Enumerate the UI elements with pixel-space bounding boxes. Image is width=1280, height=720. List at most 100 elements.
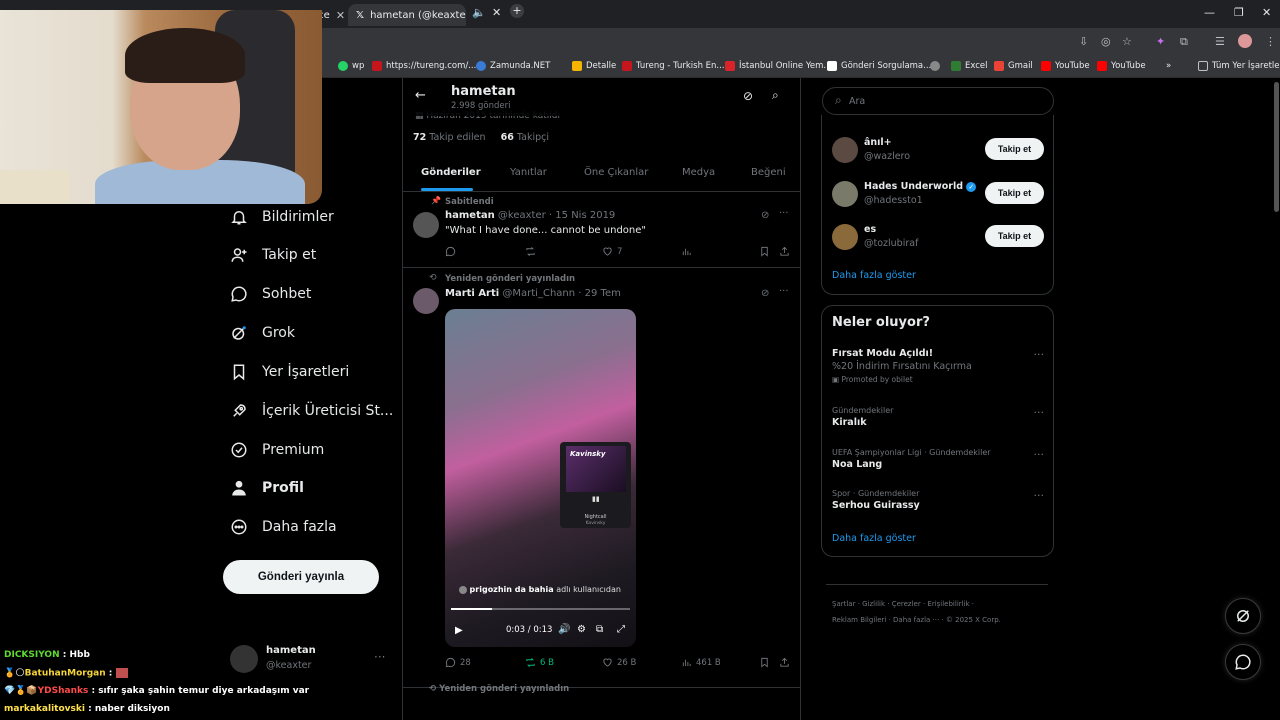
browser-tab-active[interactable]: 𝕏 hametan (@keaxter) / X [348, 4, 466, 26]
more-icon[interactable]: ··· [1034, 448, 1045, 461]
bookmark[interactable]: wp [338, 61, 364, 71]
close-icon[interactable]: ✕ [492, 6, 501, 19]
play-icon[interactable]: ▶ [455, 625, 463, 636]
tab-likes[interactable]: Beğeni [751, 167, 786, 178]
trend-item[interactable]: Gündemdekiler Kiralık ··· [832, 406, 1044, 428]
show-more-link[interactable]: Daha fazla göster [832, 270, 916, 281]
avatar[interactable] [832, 137, 858, 163]
close-icon[interactable]: ✕ [336, 9, 345, 22]
reading-list-icon[interactable]: ☰ [1215, 35, 1225, 48]
nav-premium[interactable]: Premium [230, 436, 324, 464]
account-switcher[interactable]: hametan @keaxter ··· [230, 642, 390, 676]
tab-media[interactable]: Medya [682, 167, 715, 178]
video-progress[interactable] [451, 608, 630, 610]
extension-icon[interactable]: ✦ [1156, 35, 1165, 48]
star-icon[interactable]: ☆ [1122, 35, 1132, 48]
bookmark[interactable]: Tureng - Turkish En... [622, 61, 725, 71]
avatar[interactable] [832, 181, 858, 207]
bookmark[interactable] [930, 61, 940, 71]
bookmarks-overflow[interactable]: » [1166, 61, 1171, 71]
grok-icon[interactable]: ⊘ [761, 288, 769, 299]
messages-fab[interactable] [1225, 644, 1261, 680]
more-icon[interactable]: ··· [779, 208, 789, 219]
bookmark[interactable]: Excel [951, 61, 988, 71]
more-icon[interactable]: ··· [1034, 406, 1045, 419]
back-arrow-icon[interactable]: ← [415, 88, 426, 103]
more-icon[interactable]: ··· [374, 650, 385, 664]
all-bookmarks[interactable]: Tüm Yer İşaretleri [1198, 61, 1280, 71]
more-icon[interactable]: ··· [1034, 489, 1045, 502]
follow-suggestion[interactable]: es @tozlubiraf Takip et [832, 222, 1044, 254]
puzzle-icon[interactable]: ⧉ [1180, 35, 1188, 49]
avatar[interactable] [413, 288, 439, 314]
fullscreen-icon[interactable]: ⤢ [617, 624, 625, 635]
like-button[interactable]: 7 [602, 246, 622, 257]
tab-replies[interactable]: Yanıtlar [510, 167, 547, 178]
settings-icon[interactable]: ⚙ [577, 624, 586, 635]
more-icon[interactable]: ··· [779, 286, 789, 297]
follow-button[interactable]: Takip et [985, 225, 1044, 247]
nav-more[interactable]: Daha fazla [230, 513, 337, 541]
maximize-icon[interactable]: ❐ [1234, 6, 1244, 19]
nav-creator-studio[interactable]: İçerik Üreticisi St... [230, 397, 393, 425]
grok-icon[interactable]: ⊘ [761, 210, 769, 221]
follow-button[interactable]: Takip et [985, 182, 1044, 204]
bookmark[interactable]: İstanbul Online Yem... [725, 61, 832, 71]
reply-button[interactable]: 28 [445, 657, 471, 668]
tab-highlights[interactable]: Öne Çıkanlar [584, 167, 648, 178]
bookmark[interactable]: https://tureng.com/... [372, 61, 476, 71]
more-icon[interactable]: ··· [1034, 348, 1045, 361]
mute-icon[interactable]: 🔈 [472, 6, 486, 19]
follow-suggestion[interactable]: Hades Underworld ✓ @hadessto1 Takip et [832, 179, 1044, 211]
window-close-icon[interactable]: ✕ [1262, 6, 1271, 19]
repost-button[interactable]: 6 B [525, 657, 554, 668]
video-player[interactable]: Kavinsky ▮▮ Nightcall Kavinsky prigozhin… [445, 309, 636, 647]
nav-notifications[interactable]: Bildirimler [230, 203, 334, 231]
avatar[interactable] [413, 212, 439, 238]
like-button[interactable]: 26 B [602, 657, 636, 668]
search-icon[interactable]: ⌕ [772, 88, 779, 103]
bookmark[interactable]: YouTube [1041, 61, 1090, 71]
bookmark-button[interactable] [759, 246, 770, 257]
trend-item[interactable]: UEFA Şampiyonlar Ligi · Gündemdekiler No… [832, 448, 1044, 470]
follow-button[interactable]: Takip et [985, 138, 1044, 160]
bookmark[interactable]: Zamunda.NET [476, 61, 550, 71]
bookmark[interactable]: Detalle [572, 61, 616, 71]
scrollbar[interactable] [1274, 82, 1279, 212]
grok-analyze-icon[interactable]: ⊘ [743, 89, 753, 103]
minimize-icon[interactable]: — [1204, 6, 1215, 19]
volume-icon[interactable]: 🔊 [558, 624, 570, 635]
eye-off-icon[interactable]: ◎ [1101, 35, 1111, 48]
bookmark[interactable]: YouTube [1097, 61, 1146, 71]
nav-chat[interactable]: Sohbet [230, 280, 311, 308]
grok-fab[interactable] [1225, 598, 1261, 634]
nav-grok[interactable]: Grok [230, 319, 295, 347]
trend-item[interactable]: Fırsat Modu Açıldı! %20 İndirim Fırsatın… [832, 348, 1044, 384]
profile-icon[interactable] [1238, 34, 1252, 48]
trend-item[interactable]: Spor · Gündemdekiler Serhou Guirassy ··· [832, 489, 1044, 511]
new-tab-icon[interactable]: + [510, 4, 524, 18]
reply-button[interactable] [445, 246, 460, 257]
share-button[interactable] [779, 246, 790, 257]
share-button[interactable] [779, 657, 790, 668]
tab-posts[interactable]: Gönderiler [421, 167, 481, 178]
show-more-link[interactable]: Daha fazla göster [832, 533, 916, 544]
avatar[interactable] [832, 224, 858, 250]
views-button[interactable] [681, 246, 696, 257]
pip-icon[interactable]: ⧉ [596, 624, 603, 635]
post-button[interactable]: Gönderi yayınla [223, 560, 379, 594]
bookmark[interactable]: Gönderi Sorgulama... [827, 61, 931, 71]
views-button[interactable]: 461 B [681, 657, 721, 668]
nav-follow[interactable]: Takip et [230, 241, 316, 269]
search-input[interactable]: ⌕ Ara [822, 87, 1054, 115]
bookmark[interactable]: Gmail [994, 61, 1033, 71]
video-credit[interactable]: prigozhin da bahia adlı kullanıcıdan [459, 585, 621, 594]
pinned-post[interactable]: 📌 Sabitlendi hametan @keaxter · 15 Nis 2… [403, 192, 800, 268]
nav-profile[interactable]: Profil [230, 474, 304, 502]
repost-button[interactable] [525, 246, 540, 257]
nav-bookmarks[interactable]: Yer İşaretleri [230, 358, 349, 386]
bookmark-button[interactable] [759, 657, 770, 668]
menu-icon[interactable]: ⋮ [1265, 35, 1276, 48]
follow-suggestion[interactable]: ânıl+ @wazlero Takip et [832, 135, 1044, 167]
install-icon[interactable]: ⇩ [1079, 35, 1088, 48]
